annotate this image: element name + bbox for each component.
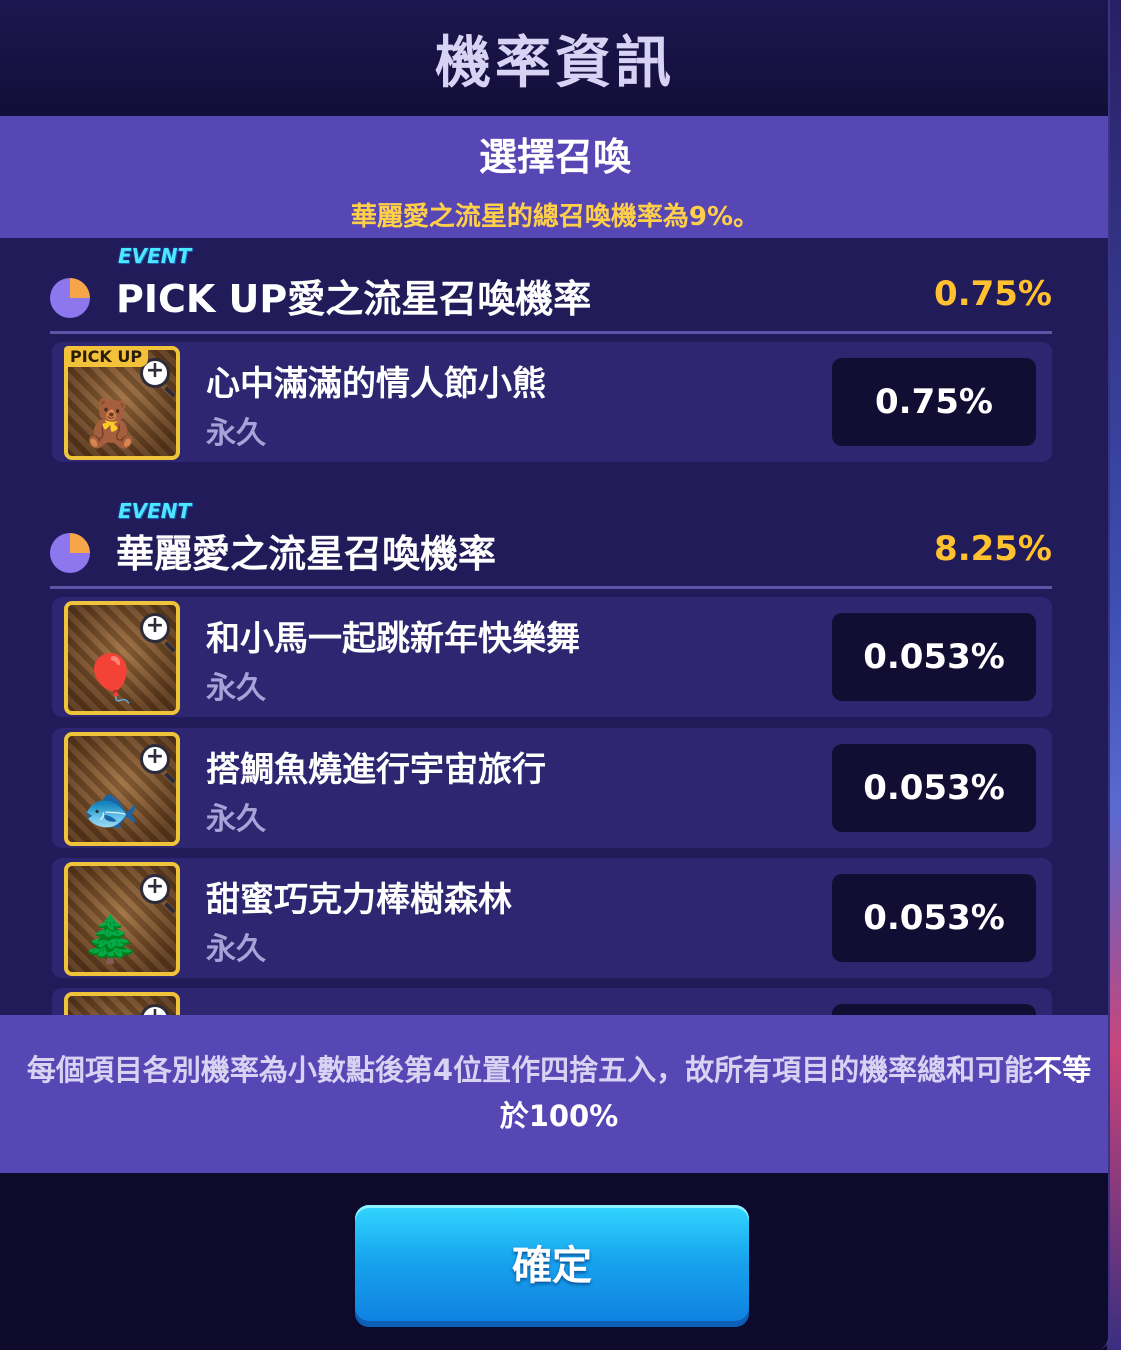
item-name: 和小馬一起跳新年快樂舞 [206,619,580,659]
pie-chart-icon [50,533,90,573]
taiyaki-fish-icon: 🐟 [82,782,140,836]
item-rate: 0.053% [832,874,1036,962]
item-thumbnail[interactable]: 🧸 PICK UP [64,346,180,460]
section-rate: 0.75% [934,274,1052,314]
item-duration: 永久 [206,416,266,451]
zoom-in-icon[interactable] [140,874,170,904]
event-tag: EVENT [118,499,192,523]
item-rate-box [832,1004,1036,1015]
item-name: 甜蜜巧克力棒樹森林 [206,880,512,920]
item-rate: 0.053% [832,613,1036,701]
list-item: 🐟 搭鯛魚燒進行宇宙旅行 永久 0.053% [52,728,1052,848]
zoom-in-icon[interactable] [140,744,170,774]
item-rate: 0.053% [832,744,1036,832]
item-thumbnail[interactable]: 🐟 [64,732,180,846]
section-header-main: EVENT 華麗愛之流星召喚機率 8.25% [50,499,1052,589]
list-item: 🌲 甜蜜巧克力棒樹森林 永久 0.053% [52,858,1052,978]
item-name: 搭鯛魚燒進行宇宙旅行 [206,750,546,790]
event-tag: EVENT [118,244,192,268]
list-item-partial [52,988,1052,1015]
total-rate-note: 華麗愛之流星的總召喚機率為9%。 [350,202,760,232]
list-item: 🎈 和小馬一起跳新年快樂舞 永久 0.053% [52,597,1052,717]
title-bar: 機率資訊 [0,0,1108,116]
rounding-note-body: 每個項目各別機率為小數點後第4位置作四捨五入，故所有項目的機率總和可能 [26,1053,1034,1087]
probability-list[interactable]: EVENT PICK UP愛之流星召喚機率 0.75% 🧸 PICK UP 心中… [0,238,1108,1015]
section-divider [50,586,1052,589]
rounding-note: 每個項目各別機率為小數點後第4位置作四捨五入，故所有項目的機率總和可能不等於10… [0,1015,1108,1173]
zoom-in-icon[interactable] [140,613,170,643]
item-name: 心中滿滿的情人節小熊 [206,364,546,404]
pie-chart-icon [50,278,90,318]
list-item: 🧸 PICK UP 心中滿滿的情人節小熊 永久 0.75% [52,342,1052,462]
summon-type-header: 選擇召喚 華麗愛之流星的總召喚機率為9%。 [0,116,1108,238]
teddy-bear-heart-icon: 🧸 [82,396,140,450]
section-rate: 8.25% [934,529,1052,569]
section-header-pickup: EVENT PICK UP愛之流星召喚機率 0.75% [50,244,1052,334]
section-title: PICK UP愛之流星召喚機率 [116,277,592,321]
rounding-note-text: 每個項目各別機率為小數點後第4位置作四捨五入，故所有項目的機率總和可能不等於10… [18,1047,1100,1139]
confirm-button[interactable]: 確定 [355,1205,749,1327]
zoom-in-icon[interactable] [140,1004,170,1015]
chocolate-forest-icon: 🌲 [82,912,140,966]
item-rate: 0.75% [832,358,1036,446]
item-thumbnail[interactable]: 🌲 [64,862,180,976]
probability-info-dialog: 機率資訊 選擇召喚 華麗愛之流星的總召喚機率為9%。 EVENT PICK UP… [0,0,1110,1350]
dialog-title: 機率資訊 [435,31,675,96]
item-thumbnail[interactable] [64,992,180,1015]
pony-balloons-icon: 🎈 [82,651,140,705]
pickup-badge: PICK UP [64,346,149,367]
item-duration: 永久 [206,802,266,837]
item-duration: 永久 [206,671,266,706]
section-title: 華麗愛之流星召喚機率 [116,532,497,576]
item-duration: 永久 [206,932,266,967]
item-thumbnail[interactable]: 🎈 [64,601,180,715]
section-divider [50,331,1052,334]
summon-type-title: 選擇召喚 [478,135,631,179]
